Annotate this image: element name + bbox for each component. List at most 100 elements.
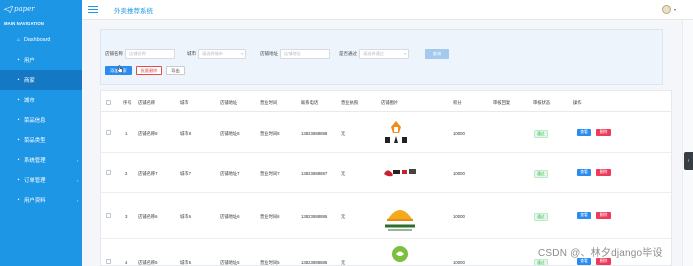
- row-checkbox[interactable]: [106, 259, 111, 264]
- filter-city: 城市 请选择城市 ▾: [187, 49, 246, 59]
- row-checkbox[interactable]: [106, 170, 111, 175]
- sidebar-item-label: 城市: [24, 98, 35, 104]
- cell-hours: 营业时间7: [260, 171, 280, 176]
- sidebar-item-label: 系统管理: [24, 158, 46, 164]
- cell-address: 店铺地址6: [220, 214, 240, 219]
- cell-address: 店铺地址8: [220, 131, 240, 136]
- cell-phone: 13823888886: [301, 214, 328, 219]
- column-header: 城市: [180, 100, 189, 105]
- grid-icon: ▪: [17, 77, 20, 83]
- page-title: 外卖推荐系统: [114, 7, 153, 15]
- cell-index: 4: [125, 260, 128, 265]
- table-row: 3 店铺名称6 城市6 店铺地址6 营业时间6 13823888886 无 10…: [101, 193, 671, 239]
- city-select-placeholder: 请选择城市: [202, 51, 223, 56]
- grid-icon: ▪: [17, 157, 20, 163]
- chevron-down-icon: ▾: [404, 52, 406, 56]
- search-button[interactable]: 查询: [425, 49, 449, 59]
- sidebar-item-label: 用户: [24, 58, 35, 64]
- view-button[interactable]: 查看: [577, 258, 591, 265]
- delete-button[interactable]: 删除: [596, 258, 611, 265]
- sidebar-item-dish-info[interactable]: ▪ 菜品信息: [0, 110, 82, 130]
- brand-logo-text: paper: [14, 5, 35, 13]
- column-header: 店铺地址: [220, 100, 238, 105]
- column-header: 店铺图片: [381, 100, 399, 105]
- sidebar-item-dashboard[interactable]: ⌂ Dashboard: [0, 30, 82, 50]
- logo-green-circle-icon: [392, 246, 408, 262]
- sidebar-item-users[interactable]: ▪ 用户: [0, 50, 82, 70]
- sidebar-item-merchants[interactable]: ▪ 商家: [0, 70, 82, 90]
- merchant-table: 序号 店铺名称 城市 店铺地址 营业时间 联系电话 营业执照 店铺图片 积分 审…: [100, 90, 672, 266]
- shop-name-input[interactable]: 店铺名称: [125, 49, 175, 59]
- avatar[interactable]: [662, 5, 671, 14]
- column-header: 营业时间: [260, 100, 278, 105]
- row-checkbox[interactable]: [106, 130, 111, 135]
- column-header: 操作: [573, 100, 582, 105]
- watermark: CSDN @、林夕django毕设: [538, 248, 663, 259]
- sidebar-item-label: 订单管理: [24, 178, 46, 184]
- column-header: 序号: [123, 100, 132, 105]
- view-button[interactable]: 查看: [577, 212, 591, 219]
- filter-address: 店铺地址 店铺地址: [260, 49, 330, 59]
- menu-toggle-icon[interactable]: [88, 6, 98, 13]
- cell-address: 店铺地址7: [220, 171, 240, 176]
- bulk-delete-button[interactable]: 批量删除: [136, 66, 162, 75]
- chevron-down-icon: ▾: [241, 52, 243, 56]
- main-content: 店铺名称 店铺名称 城市 请选择城市 ▾ 店铺地址 店铺地址 是否通过 请选择通…: [82, 20, 682, 266]
- cell-hours: 营业时间8: [260, 131, 280, 136]
- shop-address-input[interactable]: 店铺地址: [280, 49, 330, 59]
- sidebar-item-cities[interactable]: ▪ 城市: [0, 90, 82, 110]
- brand-logo[interactable]: paper: [0, 0, 82, 18]
- sidebar: paper MAIN NAVIGATION ⌂ Dashboard ▪ 用户 ▪…: [0, 0, 82, 266]
- column-header: 联系电话: [301, 100, 319, 105]
- side-panel-tab[interactable]: ‹: [684, 152, 693, 170]
- cell-hours: 营业时间6: [260, 214, 280, 219]
- view-button[interactable]: 查看: [577, 129, 591, 136]
- cell-license: 无: [341, 171, 346, 176]
- cell-address: 店铺地址5: [220, 260, 240, 265]
- sidebar-item-dish-types[interactable]: ▪ 菜品类型: [0, 130, 82, 150]
- filter-label: 是否通过: [339, 51, 357, 56]
- view-button[interactable]: 查看: [577, 169, 591, 176]
- cell-shop-name: 店铺名称5: [138, 260, 158, 265]
- cell-license: 无: [341, 260, 346, 265]
- export-button[interactable]: 导出: [166, 66, 185, 75]
- approved-select-placeholder: 请选择通过: [363, 51, 384, 56]
- sidebar-item-profile[interactable]: ▪ 用户资料 ‹: [0, 190, 82, 210]
- grid-icon: ▪: [17, 57, 20, 63]
- status-badge: 通过: [534, 213, 548, 221]
- cell-points: 10000: [453, 171, 465, 176]
- column-header: 审核回复: [493, 100, 511, 105]
- cell-hours: 营业时间5: [260, 260, 280, 265]
- page-scrollbar[interactable]: [682, 20, 693, 266]
- delete-button[interactable]: 删除: [596, 212, 611, 219]
- cell-shop-name: 店铺名称6: [138, 214, 158, 219]
- chevron-left-icon: ‹: [77, 177, 79, 183]
- cell-shop-name: 店铺名称8: [138, 131, 158, 136]
- sidebar-item-orders[interactable]: ▪ 订单管理 ‹: [0, 170, 82, 190]
- cell-points: 10000: [453, 214, 465, 219]
- delete-button[interactable]: 删除: [596, 169, 611, 176]
- mouse-pointer-icon: [117, 65, 123, 73]
- cell-phone: 13823888885: [301, 260, 328, 265]
- select-all-checkbox[interactable]: [106, 100, 111, 105]
- approved-select[interactable]: 请选择通过 ▾: [359, 49, 409, 59]
- top-header: 外卖推荐系统 ▾: [82, 0, 693, 20]
- sidebar-item-label: 用户资料: [24, 198, 46, 204]
- logo-tower-icon: [385, 121, 407, 143]
- cell-shop-name: 店铺名称7: [138, 171, 158, 176]
- sidebar-item-system[interactable]: ▪ 系统管理 ‹: [0, 150, 82, 170]
- grid-icon: ▪: [17, 117, 20, 123]
- cell-city: 城市6: [180, 214, 191, 219]
- chevron-down-icon[interactable]: ▾: [674, 7, 676, 12]
- column-header: 积分: [453, 100, 462, 105]
- chevron-left-icon: ‹: [77, 197, 79, 203]
- status-badge: 通过: [534, 259, 548, 265]
- cell-phone: 13823888888: [301, 131, 328, 136]
- filter-label: 店铺地址: [260, 51, 278, 56]
- delete-button[interactable]: 删除: [596, 129, 611, 136]
- row-checkbox[interactable]: [106, 213, 111, 218]
- city-select[interactable]: 请选择城市 ▾: [198, 49, 246, 59]
- nav-section-title: MAIN NAVIGATION: [4, 21, 45, 26]
- cell-points: 10000: [453, 260, 465, 265]
- grid-icon: ▪: [17, 197, 20, 203]
